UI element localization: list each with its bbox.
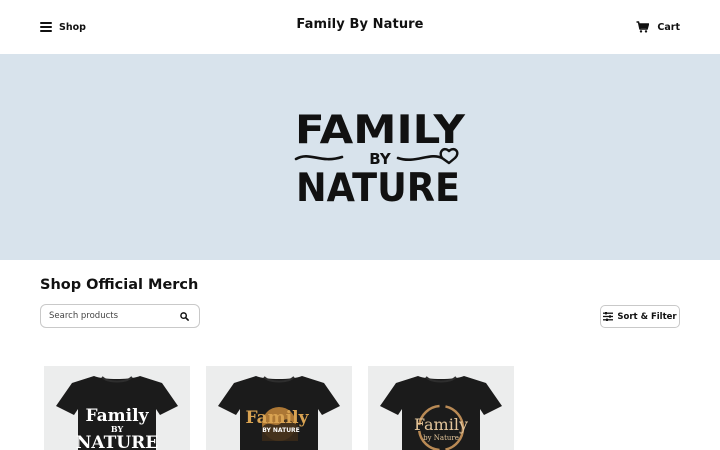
- store-title[interactable]: Family By Nature: [0, 17, 720, 32]
- svg-text:by Nature: by Nature: [423, 434, 459, 442]
- svg-text:BY NATURE: BY NATURE: [262, 427, 300, 434]
- svg-text:Family: Family: [86, 406, 150, 426]
- svg-text:NATURE: NATURE: [76, 433, 158, 450]
- search-icon[interactable]: [180, 312, 189, 321]
- tshirt-image: Family BY NATURE: [218, 376, 340, 450]
- brand-logo: FAMILY BY NATURE: [294, 108, 466, 206]
- svg-text:NATURE: NATURE: [296, 166, 460, 206]
- hero-banner: FAMILY BY NATURE: [0, 54, 720, 260]
- product-card[interactable]: Family BY NATURE: [44, 366, 190, 450]
- top-bar: Shop Family By Nature Cart: [0, 0, 720, 54]
- sort-filter-label: Sort & Filter: [617, 311, 677, 322]
- sort-filter-button[interactable]: Sort & Filter: [600, 305, 680, 328]
- product-card[interactable]: Family by Nature: [368, 366, 514, 450]
- cart-label: Cart: [657, 21, 680, 33]
- cart-button[interactable]: Cart: [636, 18, 680, 36]
- search-box[interactable]: [40, 304, 200, 328]
- cart-icon: [636, 21, 650, 33]
- svg-text:Family: Family: [414, 415, 468, 434]
- section-title: Shop Official Merch: [40, 277, 199, 293]
- tshirt-image: Family by Nature: [380, 376, 502, 450]
- svg-text:FAMILY: FAMILY: [295, 108, 466, 153]
- search-input[interactable]: [41, 310, 179, 322]
- sliders-icon: [603, 312, 614, 321]
- product-card[interactable]: Family BY NATURE: [206, 366, 352, 450]
- tshirt-image: Family BY NATURE: [56, 376, 178, 450]
- svg-text:Family: Family: [246, 408, 310, 428]
